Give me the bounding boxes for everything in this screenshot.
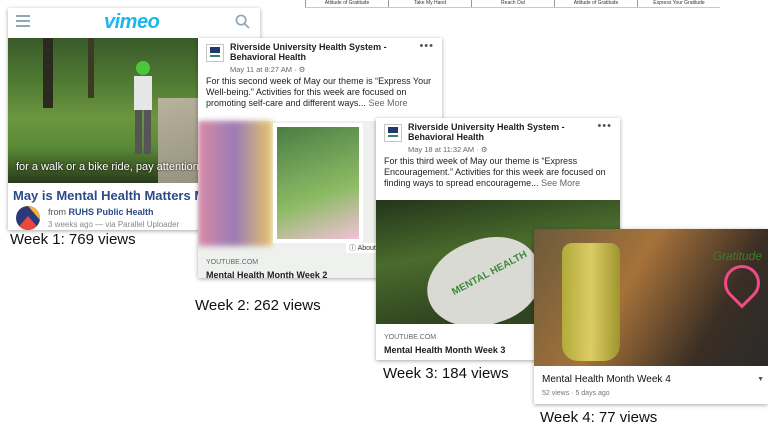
vimeo-logo[interactable]: vimeo: [104, 11, 160, 34]
post-text: For this second week of May our theme is…: [198, 76, 442, 109]
link-domain: YOUTUBE.COM: [384, 334, 437, 341]
video-person-figure: [134, 61, 152, 154]
search-icon[interactable]: [235, 14, 250, 29]
hamburger-menu-icon[interactable]: [16, 15, 30, 27]
channel-link[interactable]: RUHS Public Health: [69, 207, 154, 217]
gratitude-overlay-text: Gratitude: [712, 249, 762, 263]
youtube-video-card: Gratitude Mental Health Month Week 4 ▼ 5…: [534, 229, 768, 404]
video-title[interactable]: Mental Health Month Week 4: [542, 374, 671, 385]
org-logo[interactable]: [206, 44, 224, 62]
video-scene: [88, 38, 94, 98]
chevron-down-icon[interactable]: ▼: [757, 376, 764, 383]
about-link[interactable]: ⓘ About: [346, 243, 379, 253]
more-options-icon[interactable]: •••: [597, 120, 612, 132]
video-meta: 52 views · 5 days ago: [542, 390, 610, 397]
image-blurred-background: [198, 121, 272, 246]
strip-item[interactable]: Attitude of Gratitude: [554, 0, 637, 7]
see-more-link[interactable]: See More: [368, 98, 407, 108]
channel-line: from RUHS Public Health: [48, 207, 154, 217]
week-4-views-label: Week 4: 77 views: [540, 409, 658, 425]
video-scene: [43, 38, 53, 108]
video-title[interactable]: May is Mental Health Matters Mo: [13, 188, 213, 203]
from-label: from: [48, 207, 66, 217]
top-thumbnail-strip: Attitude of Gratitude Take My Hand Reach…: [305, 0, 720, 8]
post-header: Riverside University Health System - Beh…: [198, 38, 442, 76]
see-more-link[interactable]: See More: [541, 178, 580, 188]
upload-meta: 3 weeks ago — via Parallel Uploader: [48, 220, 180, 229]
glass-jar: [562, 243, 620, 361]
child-photo: [273, 123, 363, 243]
link-domain: YOUTUBE.COM: [206, 259, 259, 266]
strip-item[interactable]: Express Your Gratitude: [637, 0, 720, 7]
post-date[interactable]: May 18 at 11:32 AM · ⚙: [408, 145, 488, 154]
org-name[interactable]: Riverside University Health System - Beh…: [408, 122, 588, 142]
week-3-views-label: Week 3: 184 views: [383, 365, 509, 382]
strip-item[interactable]: Attitude of Gratitude: [305, 0, 388, 7]
post-date[interactable]: May 11 at 8:27 AM · ⚙: [230, 65, 305, 74]
link-title[interactable]: Mental Health Month Week 2: [198, 268, 335, 278]
vimeo-header: vimeo: [8, 8, 260, 38]
info-icon: ⓘ: [349, 245, 356, 252]
strip-item[interactable]: Take My Hand: [388, 0, 471, 7]
post-text: For this third week of May our theme is …: [376, 156, 620, 189]
week-1-views-label: Week 1: 769 views: [10, 231, 136, 248]
link-title[interactable]: Mental Health Month Week 3: [376, 343, 513, 355]
org-logo[interactable]: [384, 124, 402, 142]
post-header: Riverside University Health System - Beh…: [376, 118, 620, 156]
org-name[interactable]: Riverside University Health System - Beh…: [230, 42, 410, 62]
more-options-icon[interactable]: •••: [419, 40, 434, 52]
video-thumbnail[interactable]: Gratitude: [534, 229, 768, 366]
week-2-views-label: Week 2: 262 views: [195, 297, 321, 314]
strip-item[interactable]: Reach Out: [471, 0, 554, 7]
heart-decoration: [716, 257, 768, 309]
about-label: About: [357, 245, 376, 252]
channel-avatar[interactable]: [16, 206, 40, 230]
